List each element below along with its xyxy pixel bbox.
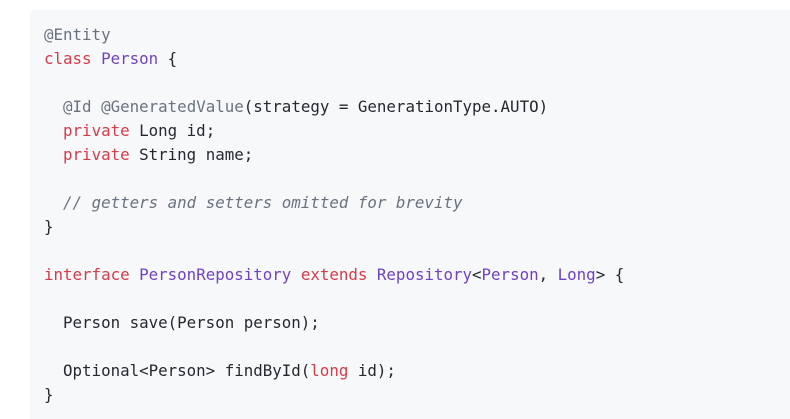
code-token-plain: < <box>472 265 482 284</box>
code-line: @Entity <box>44 23 790 47</box>
code-token-keyword: private <box>63 145 130 164</box>
code-line: Person save(Person person); <box>44 311 790 335</box>
code-token-type: Person <box>481 265 539 284</box>
code-token-keyword: class <box>44 49 92 68</box>
code-token-plain: Optional<Person> findById( <box>44 361 311 380</box>
code-line: } <box>44 383 790 407</box>
code-token-keyword: private <box>63 121 130 140</box>
code-token-plain: Person save(Person person); <box>44 313 320 332</box>
code-token-plain: Long id; <box>129 121 216 140</box>
code-token-annotation: @Entity <box>44 25 111 44</box>
code-token-plain: id); <box>348 361 396 380</box>
code-token-keyword: interface <box>44 265 130 284</box>
code-token-plain: } <box>44 217 54 236</box>
code-token-comment: // getters and setters omitted for brevi… <box>63 193 463 212</box>
code-line: @Id @GeneratedValue(strategy = Generatio… <box>44 95 790 119</box>
code-line: } <box>44 215 790 239</box>
code-token-plain: , <box>538 265 558 284</box>
code-line: Optional<Person> findById(long id); <box>44 359 790 383</box>
code-token-keyword: long <box>310 361 349 380</box>
code-token-plain: > { <box>595 265 625 284</box>
code-token-plain: (strategy = GenerationType.AUTO) <box>243 97 549 116</box>
code-token-keyword: extends <box>300 265 368 284</box>
code-token-type: Person <box>101 49 159 68</box>
code-token-plain: } <box>44 385 54 404</box>
code-line: // getters and setters omitted for brevi… <box>44 191 790 215</box>
code-content: @Entity class Person { @Id @GeneratedValu… <box>30 10 790 407</box>
code-line: interface PersonRepository extends Repos… <box>44 263 790 287</box>
code-token-type: Long <box>557 265 596 284</box>
code-token-plain: String name; <box>129 145 254 164</box>
code-token-type: PersonRepository <box>139 265 292 284</box>
code-token-plain: { <box>158 49 178 68</box>
code-line: private Long id; <box>44 119 790 143</box>
code-line: private String name; <box>44 143 790 167</box>
code-block: @Entity class Person { @Id @GeneratedValu… <box>30 10 790 419</box>
code-token-annotation: @GeneratedValue <box>101 97 244 116</box>
code-token-annotation: @Id <box>63 97 92 116</box>
code-line: class Person { <box>44 47 790 71</box>
code-token-type: Repository <box>376 265 473 284</box>
